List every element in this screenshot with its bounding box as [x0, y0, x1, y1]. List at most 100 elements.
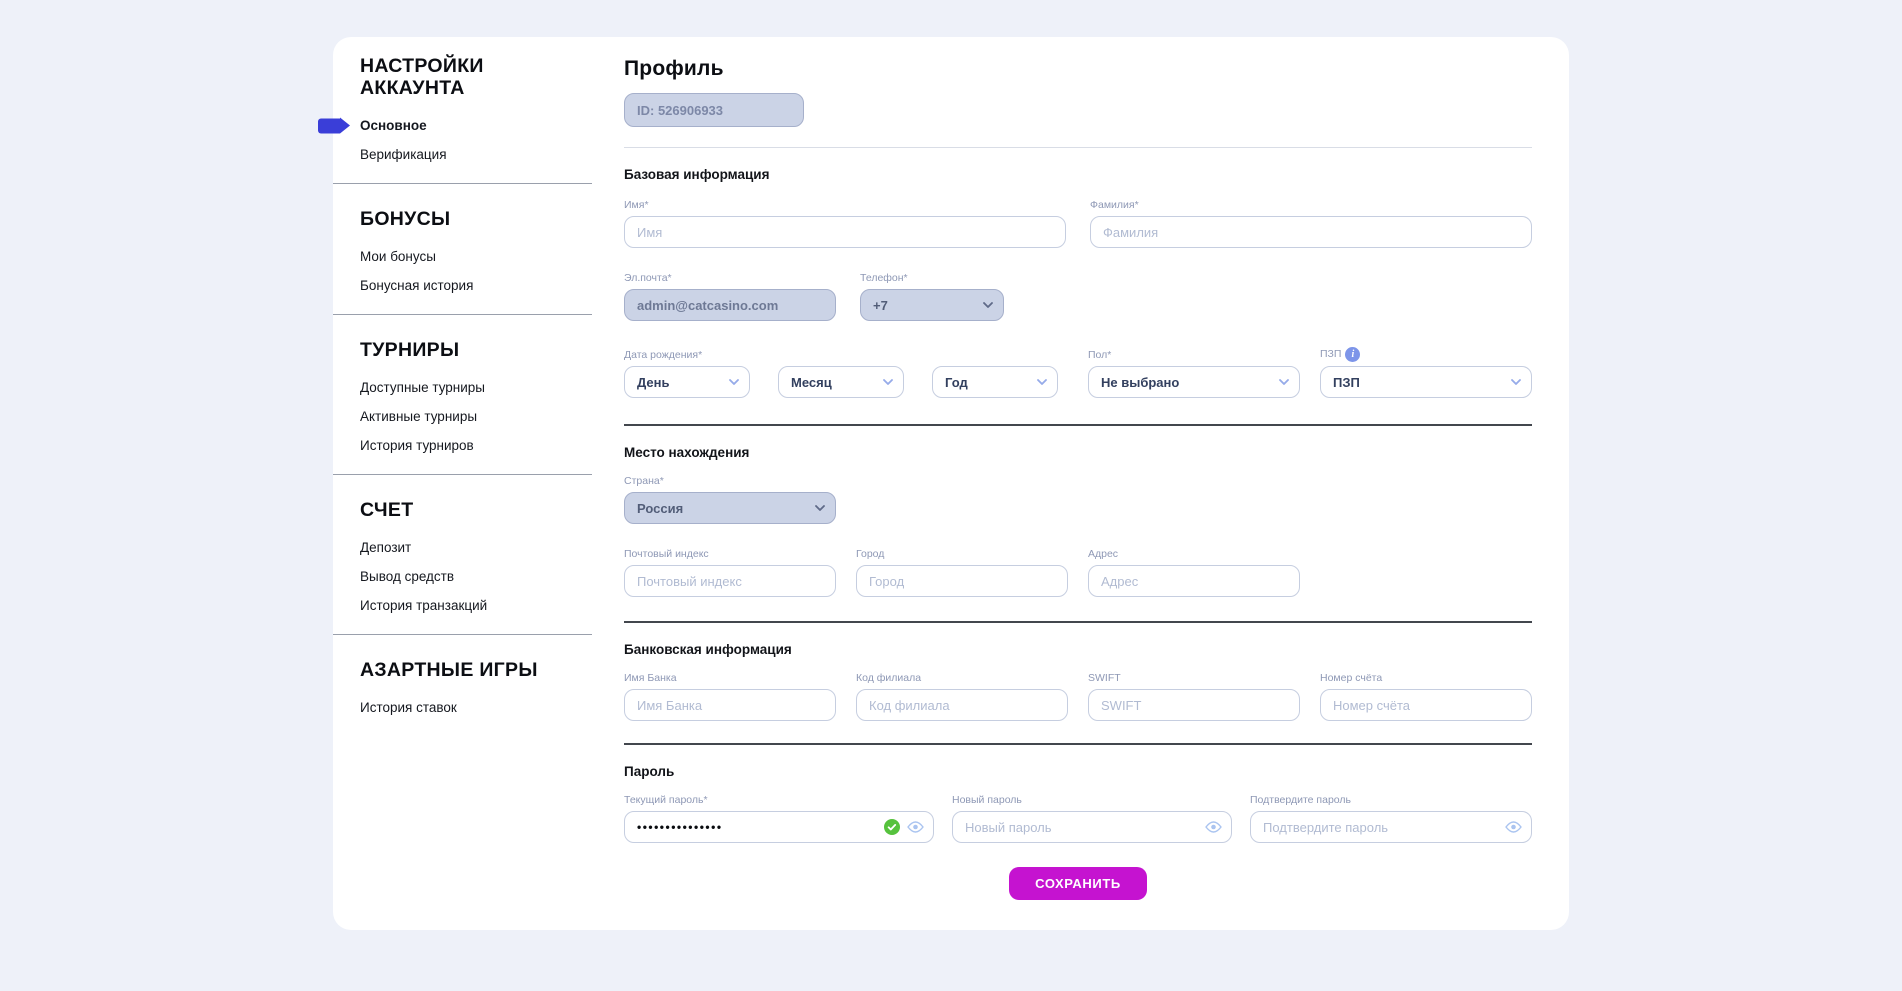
- sidebar-item-bet-history[interactable]: История ставок: [360, 693, 592, 722]
- sidebar-item-my-bonuses[interactable]: Мои бонусы: [360, 242, 592, 271]
- gender-value: Не выбрано: [1101, 375, 1179, 390]
- sidebar-item-label: Верификация: [360, 147, 447, 162]
- swift-field-group: SWIFT: [1088, 672, 1300, 721]
- bank-name-label: Имя Банка: [624, 672, 836, 685]
- sidebar-item-label: История транзакций: [360, 598, 487, 613]
- sidebar-heading-account-settings: НАСТРОЙКИ АККАУНТА: [360, 55, 592, 99]
- bank-name-field-group: Имя Банка: [624, 672, 836, 721]
- gender-select[interactable]: Не выбрано: [1088, 366, 1300, 398]
- current-password-field-group: Текущий пароль*: [624, 794, 934, 843]
- pep-select[interactable]: ПЗП: [1320, 366, 1532, 398]
- birth-year-value: Год: [945, 375, 968, 390]
- new-password-label: Новый пароль: [952, 794, 1232, 807]
- section-title-location: Место нахождения: [624, 444, 1532, 461]
- chevron-down-icon: [815, 505, 825, 511]
- sidebar-item-label: Доступные турниры: [360, 380, 485, 395]
- sidebar-item-deposit[interactable]: Депозит: [360, 533, 592, 562]
- user-id-field: [624, 93, 804, 127]
- sidebar-item-label: История турниров: [360, 438, 474, 453]
- sidebar-item-tournament-history[interactable]: История турниров: [360, 431, 592, 460]
- country-label: Страна*: [624, 475, 836, 488]
- bank-name-input[interactable]: [624, 689, 836, 721]
- chevron-down-icon: [1511, 379, 1521, 385]
- sidebar-item-bonus-history[interactable]: Бонусная история: [360, 271, 592, 300]
- birth-year-select[interactable]: Год: [932, 366, 1058, 398]
- email-field: [624, 289, 836, 321]
- birth-day-field-group: Дата рождения* День: [624, 349, 750, 398]
- sidebar-item-verification[interactable]: Верификация: [360, 140, 592, 169]
- current-password-label: Текущий пароль*: [624, 794, 934, 807]
- city-field-group: Город: [856, 548, 1068, 597]
- last-name-input[interactable]: [1090, 216, 1532, 248]
- active-item-arrow-icon: [318, 118, 340, 133]
- divider: [624, 743, 1532, 745]
- phone-code-select[interactable]: +7: [860, 289, 1004, 321]
- section-title-basic-info: Базовая информация: [624, 166, 1532, 183]
- address-field-group: Адрес: [1088, 548, 1300, 597]
- postcode-input[interactable]: [624, 565, 836, 597]
- first-name-field-group: Имя*: [624, 199, 1066, 248]
- pep-field-group: ПЗП i ПЗП: [1320, 347, 1532, 398]
- sidebar-item-label: Бонусная история: [360, 278, 473, 293]
- sidebar-divider: [333, 474, 592, 475]
- city-input[interactable]: [856, 565, 1068, 597]
- sidebar-item-transaction-history[interactable]: История транзакций: [360, 591, 592, 620]
- eye-icon[interactable]: [907, 821, 924, 833]
- birth-day-select[interactable]: День: [624, 366, 750, 398]
- postcode-field-group: Почтовый индекс: [624, 548, 836, 597]
- last-name-label: Фамилия*: [1090, 199, 1532, 212]
- birth-month-select[interactable]: Месяц: [778, 366, 904, 398]
- sidebar-item-label: История ставок: [360, 700, 457, 715]
- last-name-field-group: Фамилия*: [1090, 199, 1532, 248]
- sidebar-item-withdrawal[interactable]: Вывод средств: [360, 562, 592, 591]
- sidebar-item-main[interactable]: Основное: [360, 111, 592, 140]
- pep-value: ПЗП: [1333, 375, 1360, 390]
- birth-year-field-group: Год: [932, 366, 1058, 398]
- email-field-group: Эл.почта*: [624, 272, 836, 321]
- sidebar: НАСТРОЙКИ АККАУНТА Основное Верификация …: [333, 37, 592, 930]
- confirm-password-input[interactable]: [1250, 811, 1532, 843]
- eye-icon[interactable]: [1205, 821, 1222, 833]
- city-label: Город: [856, 548, 1068, 561]
- email-label: Эл.почта*: [624, 272, 836, 285]
- gender-label: Пол*: [1088, 349, 1300, 362]
- country-select[interactable]: Россия: [624, 492, 836, 524]
- account-number-label: Номер счёта: [1320, 672, 1532, 685]
- divider: [624, 147, 1532, 148]
- birth-day-value: День: [637, 375, 670, 390]
- new-password-input[interactable]: [952, 811, 1232, 843]
- country-value: Россия: [637, 501, 683, 516]
- divider: [624, 621, 1532, 623]
- account-number-field-group: Номер счёта: [1320, 672, 1532, 721]
- phone-label: Телефон*: [860, 272, 1004, 285]
- info-icon[interactable]: i: [1345, 347, 1360, 362]
- sidebar-heading-tournaments: ТУРНИРЫ: [360, 339, 592, 361]
- account-settings-card: НАСТРОЙКИ АККАУНТА Основное Верификация …: [333, 37, 1569, 930]
- sidebar-item-available-tournaments[interactable]: Доступные турниры: [360, 373, 592, 402]
- chevron-down-icon: [883, 379, 893, 385]
- phone-code-value: +7: [873, 298, 888, 313]
- branch-code-input[interactable]: [856, 689, 1068, 721]
- phone-field-group: Телефон* +7: [860, 272, 1004, 321]
- save-button[interactable]: СОХРАНИТЬ: [1009, 867, 1147, 900]
- confirm-password-field-group: Подтвердите пароль: [1250, 794, 1532, 843]
- chevron-down-icon: [1037, 379, 1047, 385]
- chevron-down-icon: [1279, 379, 1289, 385]
- address-input[interactable]: [1088, 565, 1300, 597]
- sidebar-item-active-tournaments[interactable]: Активные турниры: [360, 402, 592, 431]
- first-name-input[interactable]: [624, 216, 1066, 248]
- sidebar-heading-gambling: АЗАРТНЫЕ ИГРЫ: [360, 659, 592, 681]
- profile-main: Профиль Базовая информация Имя* Фамилия*…: [592, 37, 1569, 930]
- eye-icon[interactable]: [1505, 821, 1522, 833]
- birth-date-label: Дата рождения*: [624, 349, 750, 362]
- sidebar-heading-bonuses: БОНУСЫ: [360, 208, 592, 230]
- sidebar-divider: [333, 314, 592, 315]
- sidebar-item-label: Вывод средств: [360, 569, 454, 584]
- swift-label: SWIFT: [1088, 672, 1300, 685]
- account-number-input[interactable]: [1320, 689, 1532, 721]
- postcode-label: Почтовый индекс: [624, 548, 836, 561]
- first-name-label: Имя*: [624, 199, 1066, 212]
- swift-input[interactable]: [1088, 689, 1300, 721]
- section-title-bank-info: Банковская информация: [624, 641, 1532, 658]
- valid-check-icon: [884, 819, 900, 835]
